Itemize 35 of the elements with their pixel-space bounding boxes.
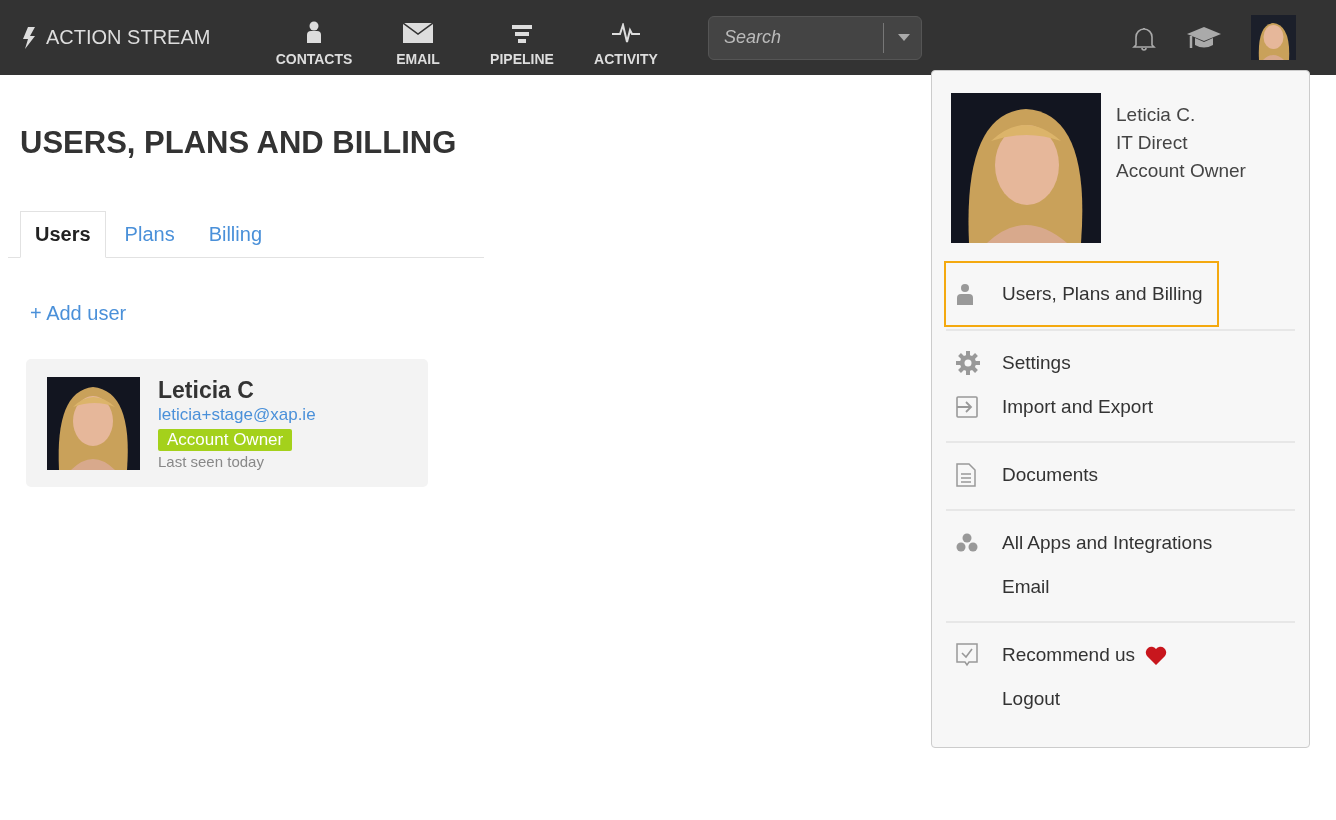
lightning-icon xyxy=(22,26,36,49)
funnel-icon xyxy=(512,24,532,43)
account-name: Leticia C. xyxy=(1116,103,1197,127)
last-seen-text: Last seen today xyxy=(158,452,264,470)
person-icon xyxy=(956,283,974,305)
nav-item[interactable]: ACTIVITY xyxy=(574,18,678,67)
brand-name[interactable]: ACTION STREAM xyxy=(46,26,211,49)
document-icon xyxy=(956,463,976,487)
user-name: Leticia C xyxy=(158,376,254,404)
caret-icon[interactable] xyxy=(898,33,910,42)
menu-item[interactable]: Email xyxy=(944,565,1066,609)
menu-item[interactable]: Settings xyxy=(944,341,1087,385)
envelope-icon xyxy=(403,22,433,43)
menu-item[interactable]: Users, Plans and Billing xyxy=(944,261,1219,327)
checked-speech-icon xyxy=(956,643,978,667)
search-field[interactable]: Search xyxy=(708,15,922,60)
pulse-icon xyxy=(612,22,640,43)
role-badge: Account Owner xyxy=(158,428,293,451)
menu-item[interactable]: Logout xyxy=(944,677,1077,721)
person-icon xyxy=(306,20,322,43)
tab[interactable]: Users xyxy=(20,211,106,258)
circles-icon xyxy=(956,533,978,553)
nav-item[interactable]: EMAIL xyxy=(366,18,470,67)
nav-item[interactable]: CONTACTS xyxy=(262,18,366,67)
menu-item[interactable]: Import and Export xyxy=(944,385,1170,429)
page-title: USERS, PLANS AND BILLING xyxy=(20,125,457,161)
menu-item[interactable]: Documents xyxy=(944,453,1115,497)
company-name: IT Direct xyxy=(1116,131,1189,155)
nav-item[interactable]: PIPELINE xyxy=(470,18,574,67)
import-icon xyxy=(956,396,978,418)
menu-item[interactable]: All Apps and Integrations xyxy=(944,521,1229,565)
gear-icon xyxy=(956,351,980,375)
menu-item[interactable]: Recommend us xyxy=(944,633,1184,677)
heart-icon xyxy=(1145,645,1168,665)
account-role: Account Owner xyxy=(1116,159,1246,183)
